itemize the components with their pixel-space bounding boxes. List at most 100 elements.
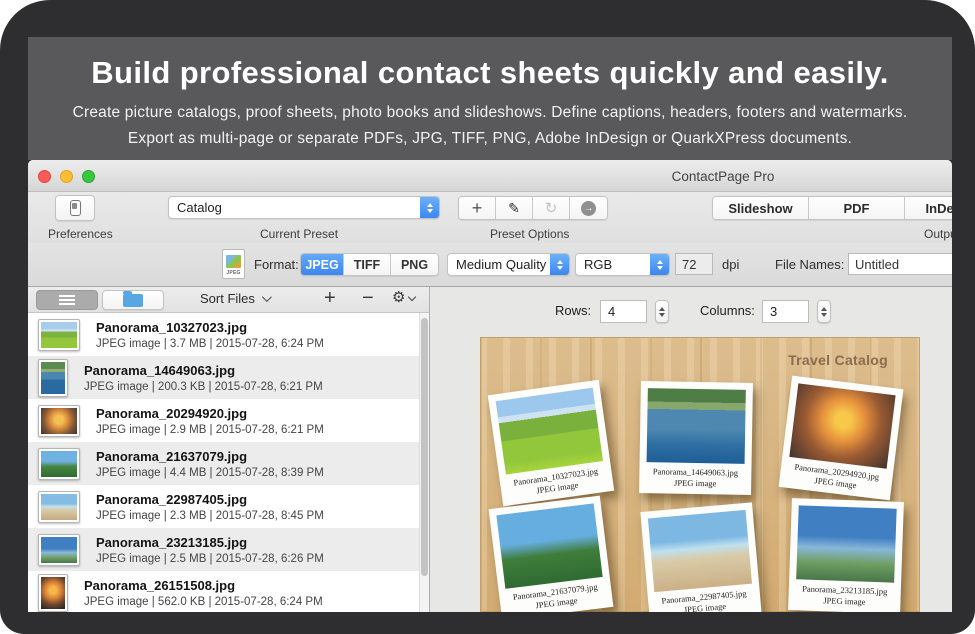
preferences-label: Preferences: [48, 227, 113, 241]
photo: [789, 383, 895, 468]
reset-preset-button[interactable]: ↻: [533, 197, 570, 219]
colorspace-value: RGB: [576, 257, 650, 272]
jpeg-file-icon: JPEG: [222, 249, 245, 279]
add-preset-button[interactable]: +: [459, 197, 496, 219]
file-row[interactable]: Panorama_23213185.jpg JPEG image | 2.5 MB…: [28, 528, 429, 571]
pdf-button[interactable]: PDF: [809, 197, 905, 219]
stepper-icon: [550, 254, 569, 275]
close-button[interactable]: [38, 170, 51, 183]
chevron-down-icon: [408, 292, 416, 300]
actions-menu-button[interactable]: ⚙: [392, 290, 415, 305]
photo-caption: Panorama_23213185.jpgJPEG image: [795, 583, 894, 609]
file-row[interactable]: Panorama_21637079.jpgJPEG image | 4.4 MB…: [28, 442, 429, 485]
file-thumbnail: [38, 359, 68, 397]
current-preset-value: Catalog: [169, 200, 420, 215]
file-row[interactable]: Panorama_10327023.jpg JPEG image | 3.7 MB…: [28, 313, 429, 356]
preferences-icon: [70, 200, 81, 216]
rows-stepper[interactable]: [655, 300, 669, 323]
file-meta: JPEG image | 2.9 MB | 2015-07-28, 6:21 P…: [96, 424, 324, 436]
scrollbar-thumb[interactable]: [421, 318, 428, 576]
format-segmented-control: JPEG TIFF PNG: [300, 253, 439, 276]
file-name: Panorama_22987405.jpg: [96, 492, 324, 507]
polaroid-card: Panorama_22987405.jpgJPEG image: [640, 502, 761, 612]
file-names-label: File Names:: [775, 257, 844, 272]
file-row[interactable]: Panorama_20294920.jpg JPEG image | 2.9 MB…: [28, 399, 429, 442]
photo: [648, 510, 752, 592]
add-files-button[interactable]: +: [324, 287, 336, 310]
quality-select[interactable]: Medium Quality: [447, 253, 570, 276]
quality-value: Medium Quality: [448, 257, 550, 272]
file-meta: JPEG image | 562.0 KB | 2015-07-28, 6:24…: [84, 596, 323, 608]
polaroid-card: Panorama_21637079.jpgJPEG image: [489, 496, 614, 612]
slideshow-button[interactable]: Slideshow: [713, 197, 809, 219]
output-group: Slideshow PDF InDesign: [712, 196, 952, 220]
photo: [796, 505, 897, 582]
promo-card: Build professional contact sheets quickl…: [0, 0, 975, 634]
file-row[interactable]: Panorama_22987405.jpgJPEG image | 2.3 MB…: [28, 485, 429, 528]
arrow-right-icon: →: [581, 201, 596, 216]
traffic-lights: [38, 170, 95, 183]
apply-preset-button[interactable]: →: [570, 197, 607, 219]
file-thumbnail: [38, 448, 80, 480]
catalog-title: Travel Catalog: [788, 352, 888, 368]
grid-controls: Rows: 4 Columns: 3: [430, 287, 952, 337]
preset-options-label: Preset Options: [490, 227, 569, 241]
file-meta: JPEG image | 2.5 MB | 2015-07-28, 6:26 P…: [96, 553, 324, 565]
refresh-icon: ↻: [545, 199, 558, 217]
titlebar: ContactPage Pro: [28, 160, 952, 192]
current-preset-select[interactable]: Catalog: [168, 196, 440, 219]
file-thumbnail: [38, 574, 68, 612]
rows-label: Rows:: [555, 303, 591, 318]
sort-files-dropdown[interactable]: Sort Files: [200, 291, 269, 306]
columns-input[interactable]: 3: [762, 300, 809, 323]
window-title: ContactPage Pro: [672, 169, 775, 184]
banner-subline-1: Create picture catalogs, proof sheets, p…: [28, 100, 952, 126]
file-name: Panorama_21637079.jpg: [96, 449, 324, 464]
format-option-jpeg[interactable]: JPEG: [301, 254, 344, 275]
file-name: Panorama_23213185.jpg: [96, 535, 324, 550]
file-thumbnail: [38, 491, 80, 523]
gear-icon: ⚙: [392, 290, 405, 305]
rows-input[interactable]: 4: [600, 300, 647, 323]
format-label: Format:: [254, 257, 299, 272]
file-row[interactable]: Panorama_14649063.jpgJPEG image | 200.3 …: [28, 356, 429, 399]
photo-caption: Panorama_14649063.jpgJPEG image: [646, 466, 744, 490]
file-name-input[interactable]: Untitled: [848, 253, 952, 275]
zoom-button[interactable]: [82, 170, 95, 183]
contact-sheet-preview: Travel Catalog Panorama_10327023.jpgJPEG…: [480, 337, 920, 612]
current-preset-label: Current Preset: [260, 227, 338, 241]
file-meta: JPEG image | 3.7 MB | 2015-07-28, 6:24 P…: [96, 338, 324, 350]
file-sidebar: Sort Files + − ⚙ Panorama_10327023.jpg JP…: [28, 287, 430, 612]
file-row[interactable]: Panorama_26151508.jpgJPEG image | 562.0 …: [28, 571, 429, 612]
photo: [496, 503, 602, 588]
main-toolbar: Preferences Catalog Current Preset + ✎ ↻…: [28, 192, 952, 243]
pencil-icon: ✎: [508, 200, 520, 217]
banner-headline: Build professional contact sheets quickl…: [28, 53, 952, 93]
indesign-button[interactable]: InDesign: [905, 197, 952, 219]
file-thumbnail: [38, 534, 80, 566]
file-name: Panorama_10327023.jpg: [96, 320, 324, 335]
photo-caption: Panorama_22987405.jpgJPEG image: [655, 588, 755, 612]
edit-preset-button[interactable]: ✎: [496, 197, 533, 219]
file-meta: JPEG image | 200.3 KB | 2015-07-28, 6:21…: [84, 381, 323, 393]
dpi-input[interactable]: 72: [675, 253, 713, 275]
photo: [647, 388, 746, 464]
polaroid-card: Panorama_20294920.jpgJPEG image: [779, 376, 904, 501]
columns-stepper[interactable]: [817, 300, 831, 323]
colorspace-select[interactable]: RGB: [575, 253, 670, 276]
polaroid-card: Panorama_14649063.jpgJPEG image: [639, 381, 753, 495]
remove-files-button[interactable]: −: [362, 287, 374, 310]
file-name: Panorama_20294920.jpg: [96, 406, 324, 421]
preferences-button[interactable]: [55, 195, 95, 221]
folder-icon: [123, 294, 143, 307]
plus-icon: +: [472, 199, 483, 217]
sidebar-scrollbar[interactable]: [419, 313, 429, 612]
polaroid-card: Panorama_10327023.jpgJPEG image: [488, 380, 615, 507]
stepper-icon: [650, 254, 669, 275]
list-view-button[interactable]: [36, 290, 98, 310]
format-option-png[interactable]: PNG: [391, 254, 438, 275]
minimize-button[interactable]: [60, 170, 73, 183]
open-folder-button[interactable]: [102, 290, 164, 310]
marketing-banner: Build professional contact sheets quickl…: [28, 37, 952, 160]
format-option-tiff[interactable]: TIFF: [344, 254, 391, 275]
